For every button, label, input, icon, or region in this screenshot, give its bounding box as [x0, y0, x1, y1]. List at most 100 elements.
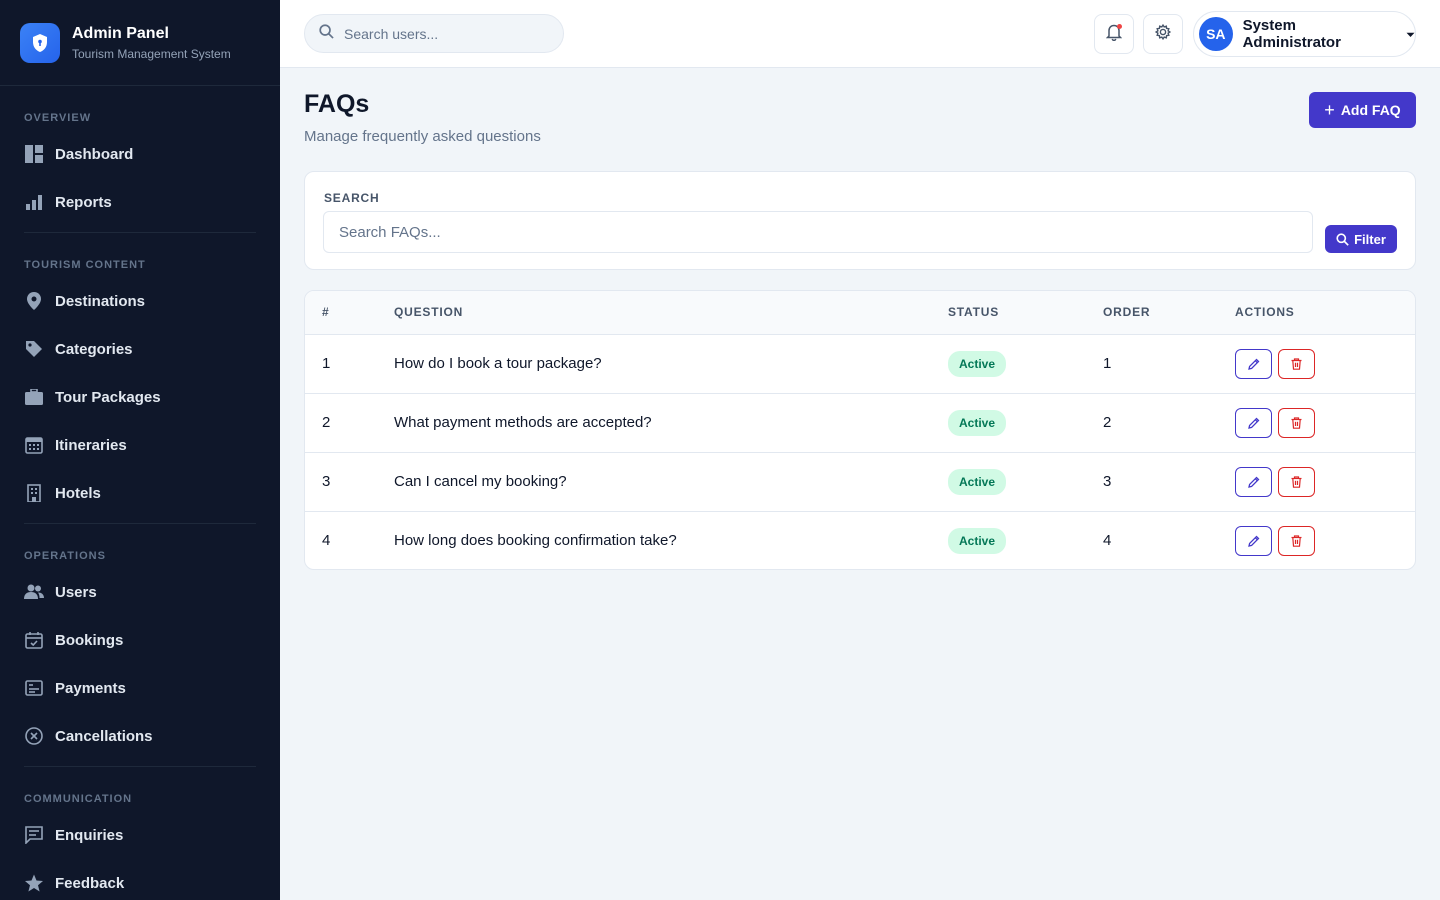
table-row: 1 How do I book a tour package? Active 1 [305, 334, 1415, 394]
filter-button[interactable]: Filter [1325, 225, 1397, 253]
header-question: QUESTION [394, 291, 948, 335]
delete-button[interactable] [1278, 466, 1315, 497]
x-circle-icon [24, 726, 44, 746]
nav-section-overview: OVERVIEW Dashboard Reports [0, 112, 280, 226]
header-num: # [305, 291, 394, 335]
sidebar-item-label: Reports [55, 193, 112, 211]
row-order: 4 [1103, 532, 1112, 550]
nav-heading: TOURISM CONTENT [24, 259, 146, 271]
edit-button[interactable] [1235, 466, 1272, 497]
faq-table: # QUESTION STATUS ORDER ACTIONS 1 How do… [305, 291, 1415, 569]
sidebar-item-label: Feedback [55, 874, 125, 892]
sidebar-item-reports[interactable]: Reports [24, 178, 256, 226]
sidebar-item-categories[interactable]: Categories [24, 325, 256, 373]
pencil-icon [1247, 417, 1259, 429]
add-faq-label: Add FAQ [1340, 102, 1401, 118]
header-status: STATUS [948, 291, 1103, 335]
notification-dot [1117, 24, 1122, 29]
row-order: 2 [1103, 393, 1235, 453]
search-card: SEARCH Filter [304, 171, 1416, 270]
avatar: SA [1199, 17, 1233, 51]
tag-icon [24, 339, 44, 359]
user-menu-button[interactable]: SA System Administrator [1193, 11, 1416, 57]
sidebar-item-destinations[interactable]: Destinations [24, 277, 256, 325]
edit-button[interactable] [1235, 525, 1272, 556]
delete-button[interactable] [1278, 407, 1315, 438]
trash-icon [1291, 357, 1302, 370]
sidebar-item-hotels[interactable]: Hotels [24, 469, 256, 517]
sidebar-item-label: Payments [55, 679, 126, 697]
table-row: 4 How long does booking confirmation tak… [305, 511, 1415, 569]
brand-title: Admin Panel [72, 24, 169, 42]
edit-button[interactable] [1235, 348, 1272, 379]
nav-heading: COMMUNICATION [24, 793, 133, 805]
status-badge: Active [948, 409, 1007, 436]
sidebar-item-label: Tour Packages [55, 388, 161, 406]
sidebar-item-label: Cancellations [55, 727, 153, 745]
divider [24, 766, 256, 767]
star-icon [24, 873, 44, 893]
payment-card-icon [24, 678, 44, 698]
pencil-icon [1247, 476, 1259, 488]
search-icon [319, 23, 334, 44]
sidebar-item-bookings[interactable]: Bookings [24, 616, 256, 664]
sidebar-item-feedback[interactable]: Feedback [24, 859, 256, 900]
row-num: 3 [305, 452, 394, 512]
header-order: ORDER [1103, 291, 1235, 335]
faq-table-card: # QUESTION STATUS ORDER ACTIONS 1 How do… [304, 290, 1416, 570]
edit-button[interactable] [1235, 407, 1272, 438]
status-badge: Active [948, 350, 1007, 377]
topbar: SA System Administrator [280, 0, 1440, 68]
row-order: 3 [1103, 452, 1235, 512]
row-question: How do I book a tour package? [394, 334, 948, 394]
settings-button[interactable] [1143, 14, 1183, 54]
nav-heading: OPERATIONS [24, 550, 106, 562]
briefcase-icon [24, 387, 44, 407]
message-icon [24, 825, 44, 845]
table-row: 2 What payment methods are accepted? Act… [305, 393, 1415, 453]
sidebar-item-payments[interactable]: Payments [24, 664, 256, 712]
trash-icon [1291, 416, 1302, 429]
map-pin-icon [24, 291, 44, 311]
sidebar-item-label: Enquiries [55, 826, 124, 844]
sidebar-item-dashboard[interactable]: Dashboard [24, 130, 256, 178]
sidebar-item-label: Itineraries [55, 436, 127, 454]
shield-logo-icon [20, 22, 60, 63]
sidebar-item-cancellations[interactable]: Cancellations [24, 712, 256, 760]
row-order: 1 [1103, 334, 1235, 394]
building-icon [24, 483, 44, 503]
sidebar-item-label: Categories [55, 340, 133, 358]
notifications-button[interactable] [1094, 14, 1134, 54]
row-num: 2 [305, 393, 394, 453]
faq-search-input[interactable] [323, 211, 1313, 253]
delete-button[interactable] [1278, 348, 1315, 379]
sidebar-item-enquiries[interactable]: Enquiries [24, 811, 256, 859]
search-icon [1336, 232, 1349, 246]
page-subtitle: Manage frequently asked questions [304, 128, 541, 145]
table-header-row: # QUESTION STATUS ORDER ACTIONS [305, 291, 1415, 335]
row-question: What payment methods are accepted? [394, 393, 948, 453]
row-num: 4 [322, 532, 331, 550]
sidebar-item-label: Bookings [55, 631, 124, 649]
row-question: How long does booking confirmation take? [394, 532, 677, 550]
table-row: 3 Can I cancel my booking? Active 3 [305, 452, 1415, 512]
status-badge: Active [948, 468, 1007, 495]
search-label: SEARCH [324, 191, 380, 205]
user-search-input[interactable] [344, 25, 544, 42]
sidebar-item-label: Hotels [55, 484, 101, 502]
sidebar-item-label: Destinations [55, 292, 146, 310]
sidebar-item-label: Dashboard [55, 145, 134, 163]
calendar-grid-icon [24, 435, 44, 455]
add-faq-button[interactable]: + Add FAQ [1309, 92, 1416, 128]
divider [24, 523, 256, 524]
brand-subtitle: Tourism Management System [72, 46, 231, 61]
row-question: Can I cancel my booking? [394, 452, 948, 512]
caret-down-icon [1406, 25, 1415, 43]
users-icon [24, 582, 44, 602]
sidebar-item-users[interactable]: Users [24, 568, 256, 616]
sidebar-item-tour-packages[interactable]: Tour Packages [24, 373, 256, 421]
user-name: System Administrator [1242, 17, 1341, 51]
sidebar-item-itineraries[interactable]: Itineraries [24, 421, 256, 469]
delete-button[interactable] [1278, 525, 1315, 556]
sidebar-item-label: Users [55, 583, 97, 601]
